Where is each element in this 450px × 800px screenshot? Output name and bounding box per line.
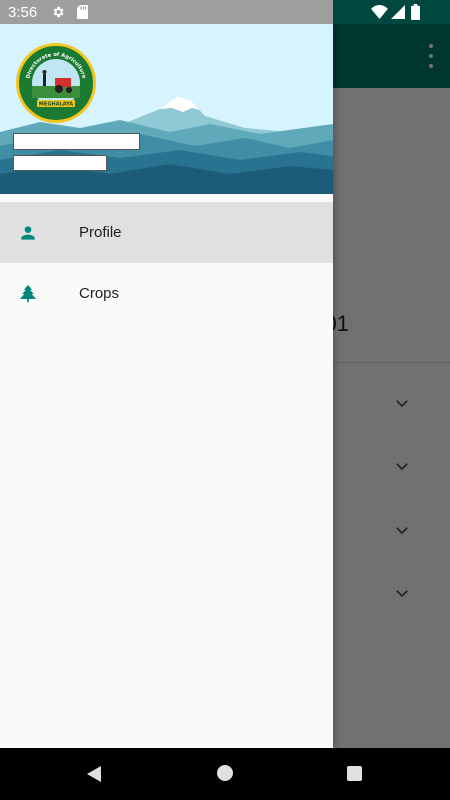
user-id-box: [13, 155, 107, 171]
battery-icon: [411, 4, 420, 20]
status-bar: 3:56: [0, 0, 450, 24]
logo-bottom-text: MEGHALAYA: [39, 102, 73, 108]
signal-icon: [391, 5, 405, 19]
home-icon[interactable]: [217, 765, 233, 781]
directorate-of-agriculture-logo: MEGHALAYA Directorate of Agriculture: [16, 43, 96, 123]
sd-card-icon: [77, 5, 88, 19]
drawer-item-label: Crops: [79, 285, 120, 302]
drawer-item-crops[interactable]: Crops: [0, 263, 333, 324]
back-icon[interactable]: [85, 765, 103, 783]
settings-icon: [53, 6, 64, 18]
drawer-menu: Profile Crops: [0, 202, 333, 324]
wifi-icon: [371, 5, 388, 19]
drawer-header: MEGHALAYA Directorate of Agriculture: [0, 24, 333, 194]
user-name-box: [13, 133, 140, 150]
drawer-item-profile[interactable]: Profile: [0, 202, 333, 263]
tree-icon: [18, 284, 38, 304]
recent-apps-icon[interactable]: [347, 766, 362, 781]
navigation-drawer: MEGHALAYA Directorate of Agriculture Pro…: [0, 24, 333, 748]
system-navigation-bar: [0, 748, 450, 800]
status-time: 3:56: [8, 4, 38, 21]
person-icon: [18, 223, 38, 243]
drawer-item-label: Profile: [79, 224, 122, 241]
